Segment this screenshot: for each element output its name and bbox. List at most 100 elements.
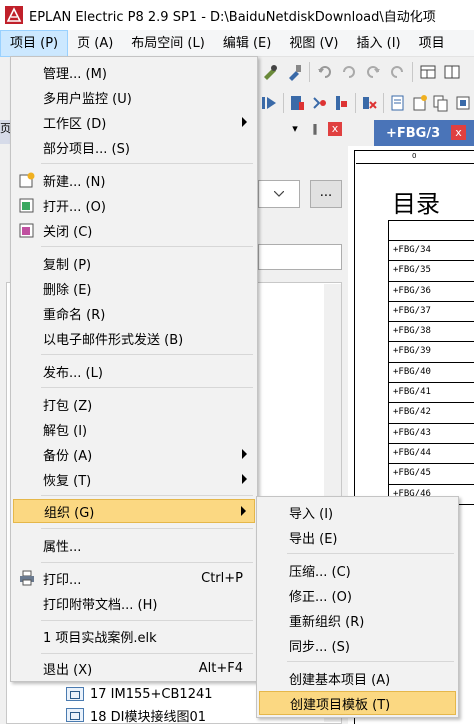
schematic-page-icon: [66, 708, 84, 722]
tree-item[interactable]: 18 DI模块接线图01: [66, 704, 206, 724]
redo-list-icon[interactable]: [386, 61, 408, 83]
toolbar-separator: [282, 93, 284, 113]
menu-item-manage[interactable]: 管理... (M): [13, 60, 255, 84]
brush-icon[interactable]: [283, 61, 305, 83]
menu-item-open[interactable]: 打开... (O): [13, 193, 255, 217]
toolbar-separator: [309, 62, 310, 82]
menu-project[interactable]: 项目 (P): [0, 29, 69, 57]
menu-edit[interactable]: 编辑 (E): [214, 30, 281, 57]
menu-item-publish[interactable]: 发布... (L): [13, 359, 255, 383]
menu-item-organize[interactable]: 组织 (G): [13, 499, 255, 523]
panel-menu-icon[interactable]: ▾: [288, 122, 302, 136]
toc-row: +FBG/36: [389, 282, 474, 302]
drawing-ruler: 0: [356, 152, 474, 164]
menu-separator: [287, 553, 454, 554]
toc-row: +FBG/34: [389, 241, 474, 262]
toc-header-row: [389, 221, 474, 241]
close-project-icon: [19, 223, 34, 238]
menu-item-multiuser-monitor[interactable]: 多用户监控 (U): [13, 85, 255, 109]
marker-icon[interactable]: [331, 92, 351, 114]
menu-separator: [287, 661, 454, 662]
title-bar: EPLAN Electric P8 2.9 SP1 - D:\BaiduNetd…: [0, 0, 474, 30]
toolbar-separator: [412, 62, 413, 82]
menu-item-export[interactable]: 导出 (E): [259, 525, 456, 549]
menu-item-close[interactable]: 关闭 (C): [13, 218, 255, 242]
menu-view[interactable]: 视图 (V): [280, 30, 347, 57]
document-tab-label: +FBG/3: [386, 125, 441, 141]
new-project-icon: [19, 172, 35, 188]
schematic-page-icon: [66, 687, 84, 701]
window-layout-icon[interactable]: [417, 61, 439, 83]
open-project-icon: [19, 198, 34, 213]
menu-item-synchronize[interactable]: 同步... (S): [259, 633, 456, 657]
submenu-arrow-icon: [242, 474, 247, 484]
menu-item-create-project-template[interactable]: 创建项目模板 (T): [259, 691, 456, 715]
menu-item-import[interactable]: 导入 (I): [259, 500, 456, 524]
menu-item-pack[interactable]: 打包 (Z): [13, 392, 255, 416]
menu-separator: [41, 528, 253, 529]
menu-item-new[interactable]: 新建... (N): [13, 168, 255, 192]
tree-item[interactable]: 17 IM155+CB1241: [66, 683, 213, 705]
undo-icon[interactable]: [314, 61, 336, 83]
menu-item-copy[interactable]: 复制 (P): [13, 251, 255, 275]
menu-separator: [41, 387, 253, 388]
menu-item-partial-project[interactable]: 部分项目... (S): [13, 135, 255, 159]
copy-page-icon[interactable]: [432, 92, 452, 114]
menu-separator: [41, 620, 253, 621]
toc-table: +FBG/34 +FBG/35 +FBG/36 +FBG/37 +FBG/38 …: [388, 220, 474, 505]
menu-item-correct[interactable]: 修正... (O): [259, 583, 456, 607]
panel-filter-more-button[interactable]: ...: [310, 180, 342, 208]
toc-row: +FBG/43: [389, 424, 474, 444]
new-page-icon[interactable]: [410, 92, 430, 114]
menu-insert[interactable]: 插入 (I): [348, 30, 410, 57]
menu-separator: [41, 562, 253, 563]
submenu-arrow-icon: [242, 117, 247, 127]
toc-row: +FBG/37: [389, 302, 474, 323]
delete-mark-icon[interactable]: [360, 92, 380, 114]
panel-pin-icon[interactable]: ‖: [308, 122, 322, 136]
printer-icon: [20, 570, 34, 586]
page-layout-icon[interactable]: [441, 61, 463, 83]
panel-filter-dropdown[interactable]: [258, 180, 300, 208]
menu-project-data[interactable]: 项目: [410, 30, 454, 57]
undo-list-icon[interactable]: [338, 61, 360, 83]
menu-item-unpack[interactable]: 解包 (I): [13, 417, 255, 441]
panel-search-input[interactable]: [258, 244, 342, 270]
panel-close-icon[interactable]: x: [328, 122, 342, 136]
menu-item-print-documents[interactable]: 打印附带文档... (H): [13, 591, 255, 615]
menu-item-workspace[interactable]: 工作区 (D): [13, 110, 255, 134]
toc-row: +FBG/42: [389, 403, 474, 424]
close-tab-icon[interactable]: x: [451, 125, 466, 140]
menu-item-reorganize[interactable]: 重新组织 (R): [259, 608, 456, 632]
bookmark-icon[interactable]: [288, 92, 308, 114]
redo-icon[interactable]: [362, 61, 384, 83]
toolbar-row-2: [258, 88, 474, 118]
document-tab[interactable]: +FBG/3 x: [374, 120, 474, 146]
menu-item-recent-project[interactable]: 1 项目实战案例.elk: [13, 624, 255, 648]
menu-item-restore[interactable]: 恢复 (T): [13, 467, 255, 491]
window-title: EPLAN Electric P8 2.9 SP1 - D:\BaiduNetd…: [29, 9, 436, 25]
menu-item-print[interactable]: 打印... Ctrl+P: [13, 566, 255, 590]
page-overview-icon[interactable]: [453, 92, 473, 114]
page-properties-icon[interactable]: [388, 92, 408, 114]
menu-item-properties[interactable]: 属性...: [13, 533, 255, 557]
menu-item-backup[interactable]: 备份 (A): [13, 442, 255, 466]
menu-layout-space[interactable]: 布局空间 (L): [122, 30, 214, 57]
menu-item-rename[interactable]: 重命名 (R): [13, 301, 255, 325]
menu-separator: [41, 495, 253, 496]
menu-item-send-email[interactable]: 以电子邮件形式发送 (B): [13, 326, 255, 350]
menu-item-exit[interactable]: 退出 (X) Alt+F4: [13, 656, 255, 680]
menu-item-create-basic-project[interactable]: 创建基本项目 (A): [259, 666, 456, 690]
menu-item-delete[interactable]: 删除 (E): [13, 276, 255, 300]
connect-icon[interactable]: [309, 92, 329, 114]
menu-page[interactable]: 页 (A): [68, 30, 122, 57]
submenu-arrow-icon: [242, 449, 247, 459]
toc-row: +FBG/40: [389, 363, 474, 384]
submenu-arrow-icon: [241, 506, 246, 516]
tool-icon[interactable]: [259, 61, 281, 83]
project-menu: 管理... (M) 多用户监控 (U) 工作区 (D) 部分项目... (S) …: [10, 56, 258, 682]
menu-separator: [41, 163, 253, 164]
tree-item-label: 18 DI模块接线图01: [90, 709, 207, 724]
menu-item-compress[interactable]: 压缩... (C): [259, 558, 456, 582]
play-icon[interactable]: [259, 92, 279, 114]
